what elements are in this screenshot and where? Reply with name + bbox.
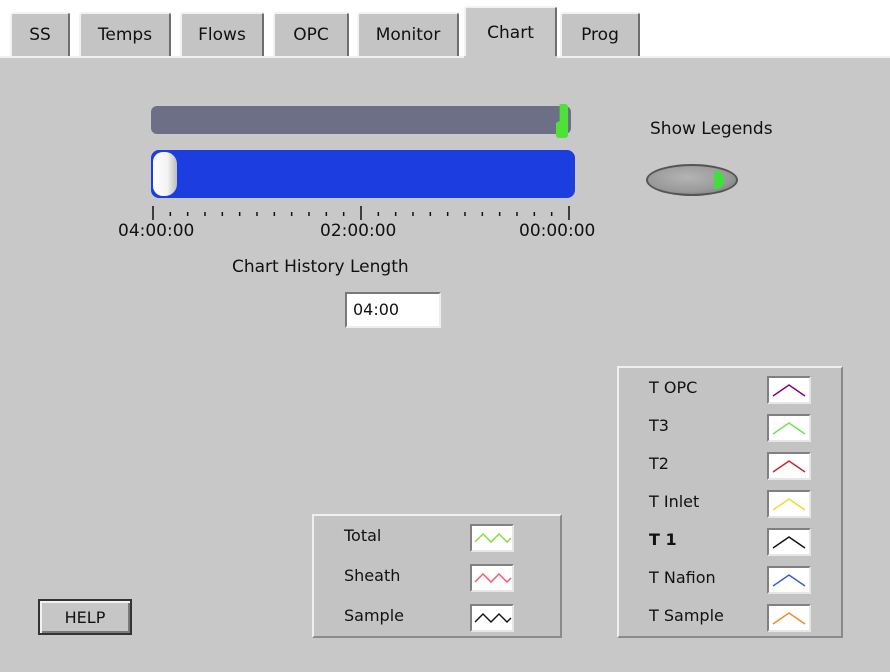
legend-item-t-1: T 1 [619,526,841,556]
tab-ss[interactable]: SS [10,12,70,56]
tab-temps[interactable]: Temps [79,12,171,56]
wave-icon [474,613,512,623]
legend-swatch-sheath[interactable] [470,564,514,592]
legend-item-sheath: Sheath [314,562,560,592]
legend-item-sample: Sample [314,602,560,632]
peak-icon [772,460,806,473]
legend-item-t-inlet: T Inlet [619,488,841,518]
legend-swatch-t-1[interactable] [767,528,811,556]
wave-icon [474,533,512,543]
legend-swatch-total[interactable] [470,524,514,552]
history-slider-track [151,106,571,134]
legend-swatch-t-nafion[interactable] [767,566,811,594]
flow-legend-panel: Total Sheath Sample [312,514,562,638]
tab-divider [0,56,890,58]
scale-label-right: 00:00:00 [519,221,596,241]
tab-opc[interactable]: OPC [273,12,349,56]
legend-swatch-t2[interactable] [767,452,811,480]
wave-icon [474,573,512,583]
legend-swatch-t-sample[interactable] [767,604,811,632]
tab-monitor[interactable]: Monitor [357,12,459,56]
tab-prog[interactable]: Prog [560,12,640,56]
peak-icon [772,498,806,511]
legend-swatch-t-inlet[interactable] [767,490,811,518]
chart-tab-window: SS Temps Flows OPC Monitor Chart Prog 04… [0,0,890,672]
chart-panel: 04:00:00 02:00:00 00:00:00 Chart History… [0,58,890,672]
legend-item-t-opc: T OPC [619,374,841,404]
temp-legend-panel: T OPC T3 T2 T Inlet T 1 T Nafion T Sample [617,366,843,638]
show-legends-label: Show Legends [650,119,773,139]
legend-swatch-t3[interactable] [767,414,811,442]
legend-label: T Inlet [649,492,700,511]
scale-label-left: 04:00:00 [118,221,195,241]
chart-history-label: Chart History Length [232,257,409,277]
history-slider-fill[interactable] [151,150,575,198]
chart-history-input[interactable]: 04:00 [345,292,441,328]
legend-label: Total [344,526,382,545]
slider-scale-ticks [151,204,571,220]
legend-label: T3 [649,416,669,435]
legend-label: T 1 [649,530,677,549]
legend-label: T2 [649,454,669,473]
tab-chart[interactable]: Chart [464,6,557,58]
legend-item-t-nafion: T Nafion [619,564,841,594]
legend-label: Sample [344,606,404,625]
scale-label-mid: 02:00:00 [320,221,397,241]
legend-label: Sheath [344,566,401,585]
legend-label: T Nafion [649,568,716,587]
tab-divider-gap [464,56,557,58]
peak-icon [772,422,806,435]
legend-label: T OPC [649,378,698,397]
peak-icon [772,574,806,587]
legend-item-t2: T2 [619,450,841,480]
legend-swatch-sample[interactable] [470,604,514,632]
legend-swatch-t-opc[interactable] [767,376,811,404]
legend-item-t3: T3 [619,412,841,442]
peak-icon [772,384,806,397]
help-button[interactable]: HELP [38,599,132,635]
legend-item-total: Total [314,522,560,552]
tab-flows[interactable]: Flows [180,12,264,56]
peak-icon [772,536,806,549]
show-legends-toggle[interactable] [646,164,738,196]
peak-icon [772,612,806,625]
legend-item-t-sample: T Sample [619,602,841,632]
history-slider-thumb[interactable] [153,152,177,196]
tab-bar: SS Temps Flows OPC Monitor Chart Prog [0,0,890,58]
legend-label: T Sample [649,606,724,625]
